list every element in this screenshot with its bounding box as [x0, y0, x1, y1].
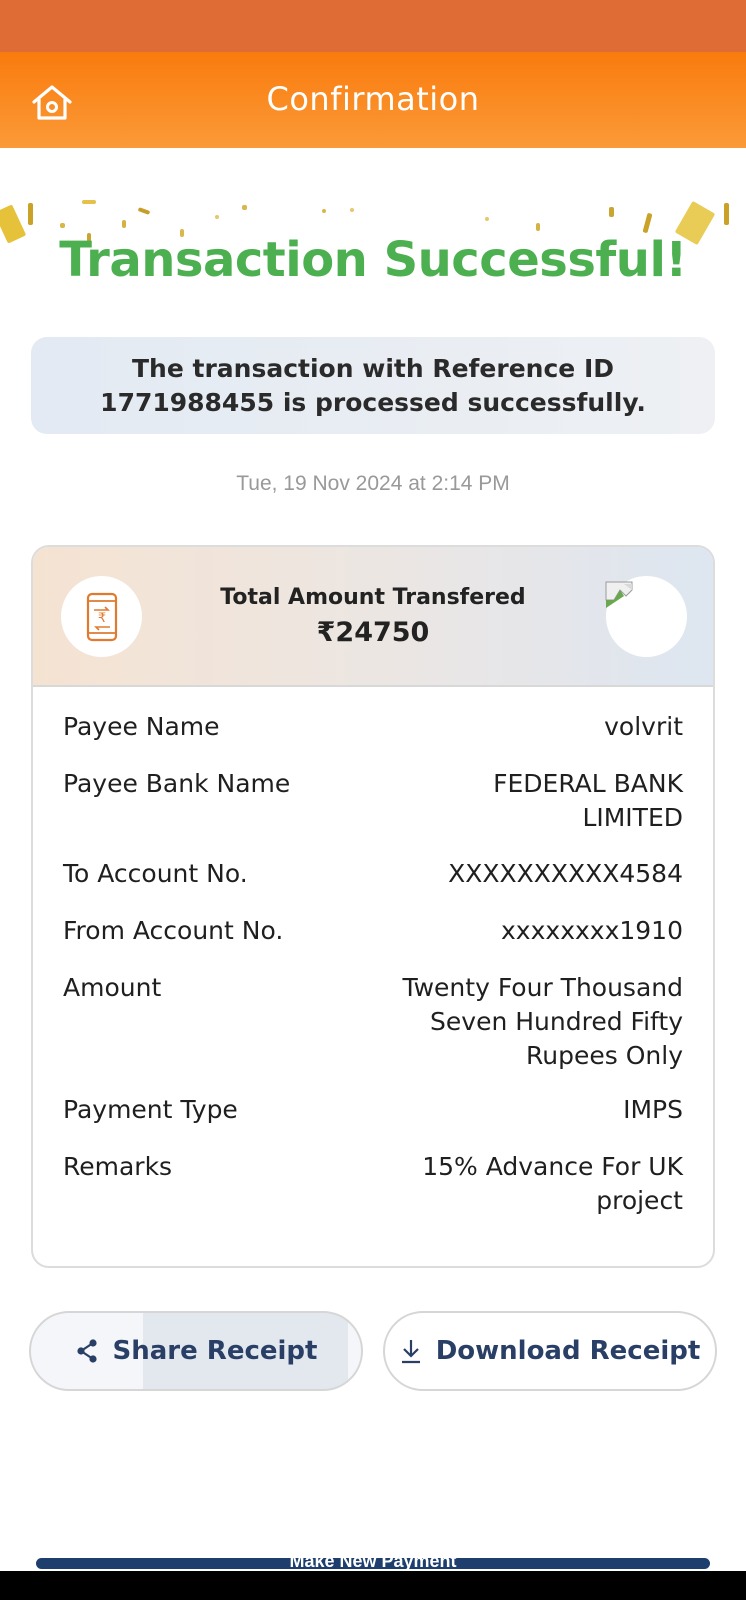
make-new-payment-label: Make New Payment — [289, 1558, 457, 1569]
detail-value: xxxxxxxx1910 — [501, 916, 683, 945]
share-receipt-button[interactable]: Share Receipt — [29, 1311, 363, 1391]
success-title: Transaction Successful! — [59, 232, 687, 288]
detail-value: volvrit — [604, 712, 683, 741]
detail-value: IMPS — [623, 1095, 683, 1124]
download-icon — [400, 1338, 422, 1364]
system-navigation-bar — [0, 1571, 746, 1600]
detail-row-to-account: To Account No. XXXXXXXXXX4584 — [63, 857, 683, 891]
share-receipt-label: Share Receipt — [112, 1336, 318, 1366]
transaction-timestamp: Tue, 19 Nov 2024 at 2:14 PM — [236, 472, 510, 495]
download-receipt-button[interactable]: Download Receipt — [383, 1311, 717, 1391]
detail-row-payee-bank: Payee Bank Name FEDERAL BANK LIMITED — [63, 767, 683, 835]
detail-value: XXXXXXXXXX4584 — [448, 859, 683, 888]
amount-summary: ₹ Total Amount Transfered ₹24750 — [33, 547, 713, 687]
reference-message: The transaction with Reference ID 177198… — [31, 337, 715, 434]
app-header: Confirmation — [0, 52, 746, 148]
detail-value: FEDERAL BANK LIMITED — [493, 769, 683, 832]
bank-logo-circle — [605, 576, 687, 657]
broken-image-icon — [605, 581, 633, 608]
status-bar — [0, 0, 746, 52]
detail-value: 15% Advance For UK project — [422, 1152, 683, 1215]
detail-row-payment-type: Payment Type IMPS — [63, 1093, 683, 1127]
transaction-details-card: ₹ Total Amount Transfered ₹24750 Payee N… — [31, 545, 715, 1268]
page-title: Confirmation — [266, 80, 480, 118]
download-receipt-label: Download Receipt — [435, 1336, 701, 1366]
detail-row-from-account: From Account No. xxxxxxxx1910 — [63, 914, 683, 948]
detail-label: Payment Type — [63, 1095, 238, 1124]
detail-label: To Account No. — [63, 859, 248, 888]
detail-row-amount: Amount Twenty Four Thousand Seven Hundre… — [63, 971, 683, 1073]
share-icon — [75, 1338, 99, 1364]
detail-value: Twenty Four Thousand Seven Hundred Fifty… — [402, 973, 683, 1070]
make-new-payment-button[interactable]: Make New Payment — [36, 1558, 710, 1569]
detail-label: Payee Bank Name — [63, 769, 291, 798]
detail-row-remarks: Remarks 15% Advance For UK project — [63, 1150, 683, 1218]
detail-label: Remarks — [63, 1152, 173, 1181]
detail-row-payee-name: Payee Name volvrit — [63, 710, 683, 744]
detail-label: Payee Name — [63, 712, 220, 741]
detail-label: From Account No. — [63, 916, 284, 945]
detail-label: Amount — [63, 973, 162, 1002]
